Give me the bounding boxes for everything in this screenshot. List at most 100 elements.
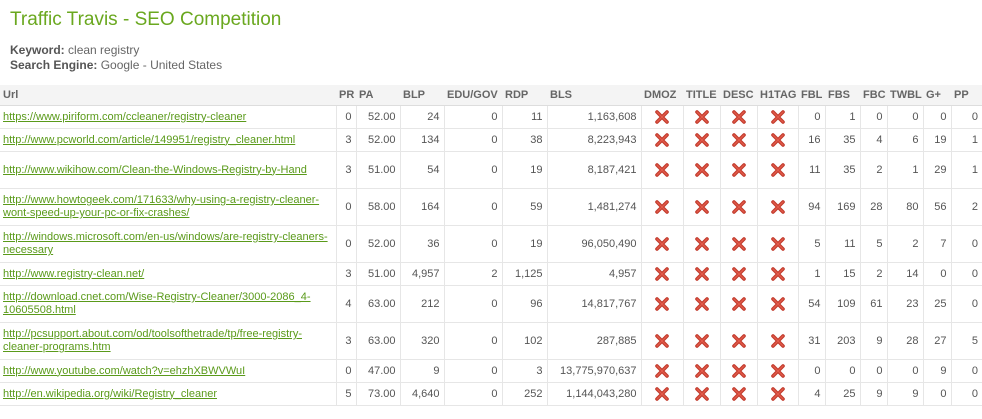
twbl-cell: 0 — [887, 359, 924, 383]
dmoz-cell — [641, 359, 684, 383]
col-header-blp[interactable]: BLP — [400, 85, 444, 106]
pr-cell: 0 — [336, 105, 357, 129]
url-link[interactable]: http://www.howtogeek.com/171633/why-usin… — [3, 194, 332, 220]
cross-icon — [654, 163, 670, 177]
cross-icon — [770, 110, 786, 124]
cross-icon — [731, 200, 747, 214]
cross-icon — [694, 200, 710, 214]
blp-cell: 24 — [400, 105, 445, 129]
col-header-title[interactable]: TITLE — [683, 85, 720, 106]
twbl-cell: 6 — [887, 128, 924, 152]
cross-icon — [731, 364, 747, 378]
gp-cell: 0 — [923, 262, 952, 286]
pa-cell: 52.00 — [356, 128, 401, 152]
pp-cell: 2 — [951, 188, 982, 226]
cross-icon — [654, 200, 670, 214]
cross-icon — [731, 297, 747, 311]
url-link[interactable]: http://www.pcworld.com/article/149951/re… — [3, 134, 332, 147]
fbs-cell: 1 — [825, 105, 861, 129]
col-header-gplus[interactable]: G+ — [923, 85, 951, 106]
col-header-fbl[interactable]: FBL — [798, 85, 825, 106]
pa-cell: 52.00 — [356, 225, 401, 263]
col-header-fbs[interactable]: FBS — [825, 85, 860, 106]
gp-cell: 0 — [923, 382, 952, 406]
pp-cell: 1 — [951, 128, 982, 152]
fbl-cell: 94 — [798, 188, 826, 226]
url-link[interactable]: http://pcsupport.about.com/od/toolsofthe… — [3, 328, 332, 354]
url-link[interactable]: http://download.cnet.com/Wise-Registry-C… — [3, 291, 332, 317]
dmoz-cell — [641, 285, 684, 323]
pa-cell: 63.00 — [356, 322, 401, 360]
url-link[interactable]: http://www.registry-clean.net/ — [3, 268, 332, 281]
fbl-cell: 16 — [798, 128, 826, 152]
url-cell: http://www.registry-clean.net/ — [0, 262, 337, 286]
pp-cell: 0 — [951, 262, 982, 286]
pp-cell: 0 — [951, 225, 982, 263]
cross-icon — [694, 334, 710, 348]
col-header-desc[interactable]: DESC — [720, 85, 757, 106]
cross-icon — [654, 387, 670, 401]
gp-cell: 29 — [923, 151, 952, 189]
fbs-cell: 35 — [825, 128, 861, 152]
col-header-twbl[interactable]: TWBL — [887, 85, 923, 106]
fbs-cell: 15 — [825, 262, 861, 286]
pr-cell: 5 — [336, 382, 357, 406]
blp-cell: 134 — [400, 128, 445, 152]
pr-cell: 3 — [336, 128, 357, 152]
gp-cell: 19 — [923, 128, 952, 152]
cross-icon — [654, 334, 670, 348]
fbs-cell: 169 — [825, 188, 861, 226]
url-cell: http://windows.microsoft.com/en-us/windo… — [0, 225, 337, 263]
pa-cell: 51.00 — [356, 262, 401, 286]
title-cell — [683, 359, 721, 383]
edu-cell: 0 — [444, 105, 503, 129]
cross-icon — [654, 267, 670, 281]
keyword-label: Keyword: — [10, 43, 65, 57]
blp-cell: 36 — [400, 225, 445, 263]
url-cell: http://en.wikipedia.org/wiki/Registry_cl… — [0, 382, 337, 406]
table-row: http://www.pcworld.com/article/149951/re… — [0, 128, 982, 152]
page-title: Traffic Travis - SEO Competition — [10, 9, 282, 30]
cross-icon — [694, 297, 710, 311]
bls-cell: 8,187,421 — [547, 151, 642, 189]
col-header-fbc[interactable]: FBC — [860, 85, 887, 106]
bls-cell: 14,817,767 — [547, 285, 642, 323]
url-link[interactable]: http://www.youtube.com/watch?v=ehzhXBWVW… — [3, 365, 332, 378]
url-link[interactable]: http://windows.microsoft.com/en-us/windo… — [3, 231, 332, 257]
blp-cell: 212 — [400, 285, 445, 323]
cross-icon — [694, 387, 710, 401]
col-header-pr[interactable]: PR — [336, 85, 356, 106]
col-header-url[interactable]: Url — [0, 85, 336, 106]
search-engine-line: Search Engine: Google - United States — [10, 58, 222, 73]
url-link[interactable]: http://en.wikipedia.org/wiki/Registry_cl… — [3, 388, 332, 401]
edu-cell: 0 — [444, 225, 503, 263]
col-header-edu-gov[interactable]: EDU/GOV — [444, 85, 502, 106]
col-header-h1tag[interactable]: H1TAG — [757, 85, 798, 106]
table-row: https://www.piriform.com/ccleaner/regist… — [0, 105, 982, 129]
fbc-cell: 5 — [860, 225, 888, 263]
rdp-cell: 3 — [502, 359, 548, 383]
url-link[interactable]: https://www.piriform.com/ccleaner/regist… — [3, 111, 332, 124]
pp-cell: 0 — [951, 359, 982, 383]
col-header-rdp[interactable]: RDP — [502, 85, 547, 106]
cross-icon — [731, 237, 747, 251]
desc-cell — [720, 225, 758, 263]
pr-cell: 3 — [336, 151, 357, 189]
url-cell: https://www.piriform.com/ccleaner/regist… — [0, 105, 337, 129]
url-link[interactable]: http://www.wikihow.com/Clean-the-Windows… — [3, 164, 332, 177]
h1tag-cell — [757, 285, 799, 323]
fbl-cell: 31 — [798, 322, 826, 360]
col-header-bls[interactable]: BLS — [547, 85, 641, 106]
col-header-dmoz[interactable]: DMOZ — [641, 85, 683, 106]
twbl-cell: 23 — [887, 285, 924, 323]
dmoz-cell — [641, 262, 684, 286]
cross-icon — [694, 110, 710, 124]
h1tag-cell — [757, 382, 799, 406]
col-header-pp[interactable]: PP — [951, 85, 982, 106]
col-header-pa[interactable]: PA — [356, 85, 400, 106]
h1tag-cell — [757, 262, 799, 286]
search-meta: Keyword: clean registry Search Engine: G… — [10, 43, 222, 73]
pr-cell: 3 — [336, 262, 357, 286]
dmoz-cell — [641, 151, 684, 189]
bls-cell: 1,163,608 — [547, 105, 642, 129]
